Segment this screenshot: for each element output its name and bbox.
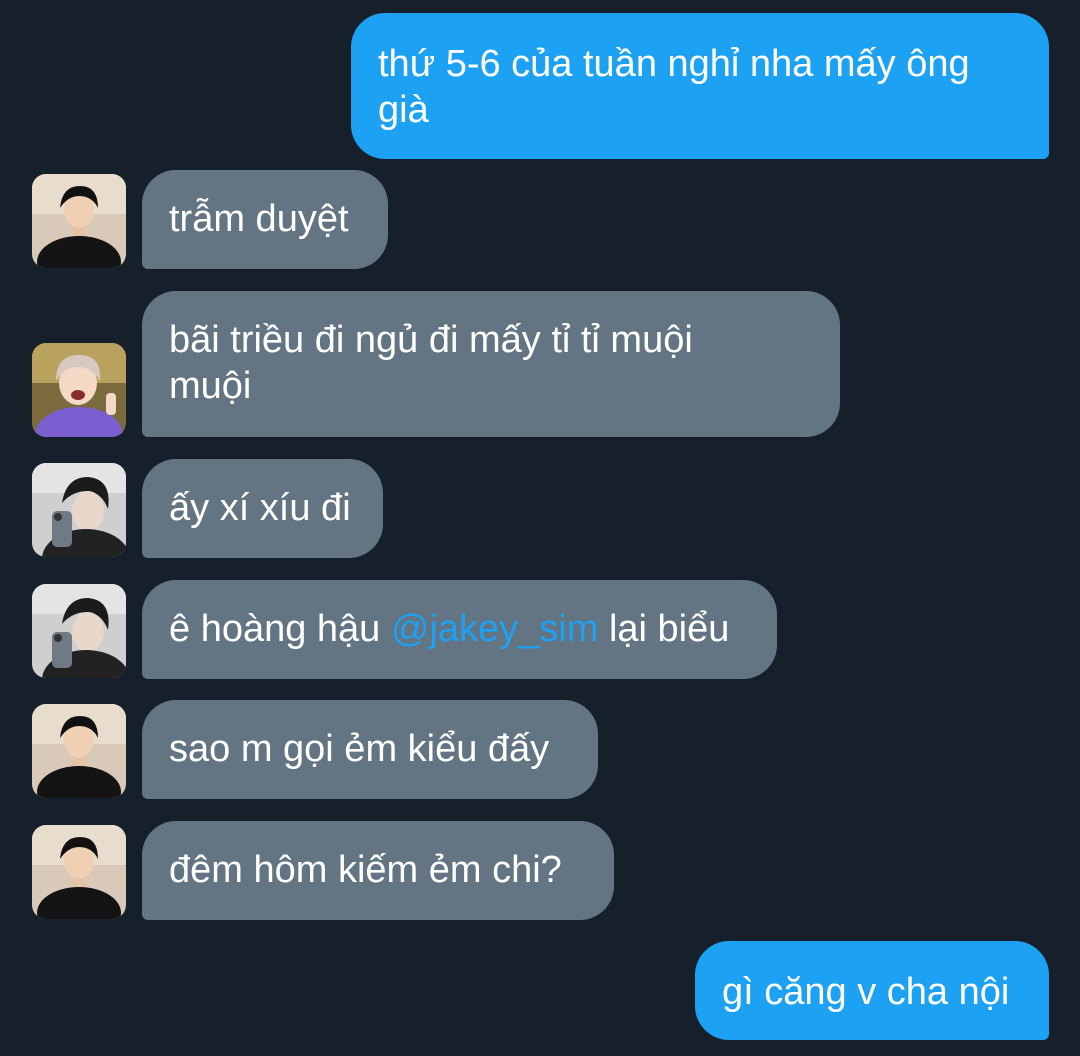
message-text: ê hoàng hậu @jakey_sim lại biểu (169, 608, 729, 650)
chat-conversation: thứ 5-6 của tuần nghỉ nha mấy ông già tr… (0, 0, 1080, 1056)
avatar-dark-shirt-man[interactable] (32, 174, 126, 268)
message-bubble-received[interactable]: bãi triều đi ngủ đi mấy tỉ tỉ muội muội (142, 291, 840, 437)
avatar-dark-shirt-man[interactable] (32, 704, 126, 798)
message-bubble-sent[interactable]: gì căng v cha nội (695, 941, 1049, 1040)
message-text-after: lại biểu (598, 608, 730, 650)
avatar-smiling-purple-shirt[interactable] (32, 343, 126, 437)
message-text: trẫm duyệt (169, 198, 349, 240)
user-mention-link[interactable]: @jakey_sim (391, 608, 599, 650)
message-text-before: ê hoàng hậu (169, 608, 391, 650)
avatar-dark-shirt-man[interactable] (32, 825, 126, 919)
avatar-mirror-selfie[interactable] (32, 584, 126, 678)
message-text: sao m gọi ẻm kiểu đấy (169, 728, 550, 770)
message-bubble-received[interactable]: ấy xí xíu đi (142, 459, 383, 558)
message-text: gì căng v cha nội (722, 971, 1010, 1013)
message-bubble-received[interactable]: đêm hôm kiếm ẻm chi? (142, 821, 614, 920)
message-bubble-received[interactable]: ê hoàng hậu @jakey_sim lại biểu (142, 580, 777, 679)
avatar-mirror-selfie[interactable] (32, 463, 126, 557)
message-bubble-sent[interactable]: thứ 5-6 của tuần nghỉ nha mấy ông già (351, 13, 1049, 159)
message-text: bãi triều đi ngủ đi mấy tỉ tỉ muội muội (169, 319, 693, 407)
message-text: ấy xí xíu đi (169, 487, 351, 529)
message-text: thứ 5-6 của tuần nghỉ nha mấy ông già (378, 43, 970, 131)
message-bubble-received[interactable]: trẫm duyệt (142, 170, 388, 269)
message-text: đêm hôm kiếm ẻm chi? (169, 849, 562, 891)
message-bubble-received[interactable]: sao m gọi ẻm kiểu đấy (142, 700, 598, 799)
